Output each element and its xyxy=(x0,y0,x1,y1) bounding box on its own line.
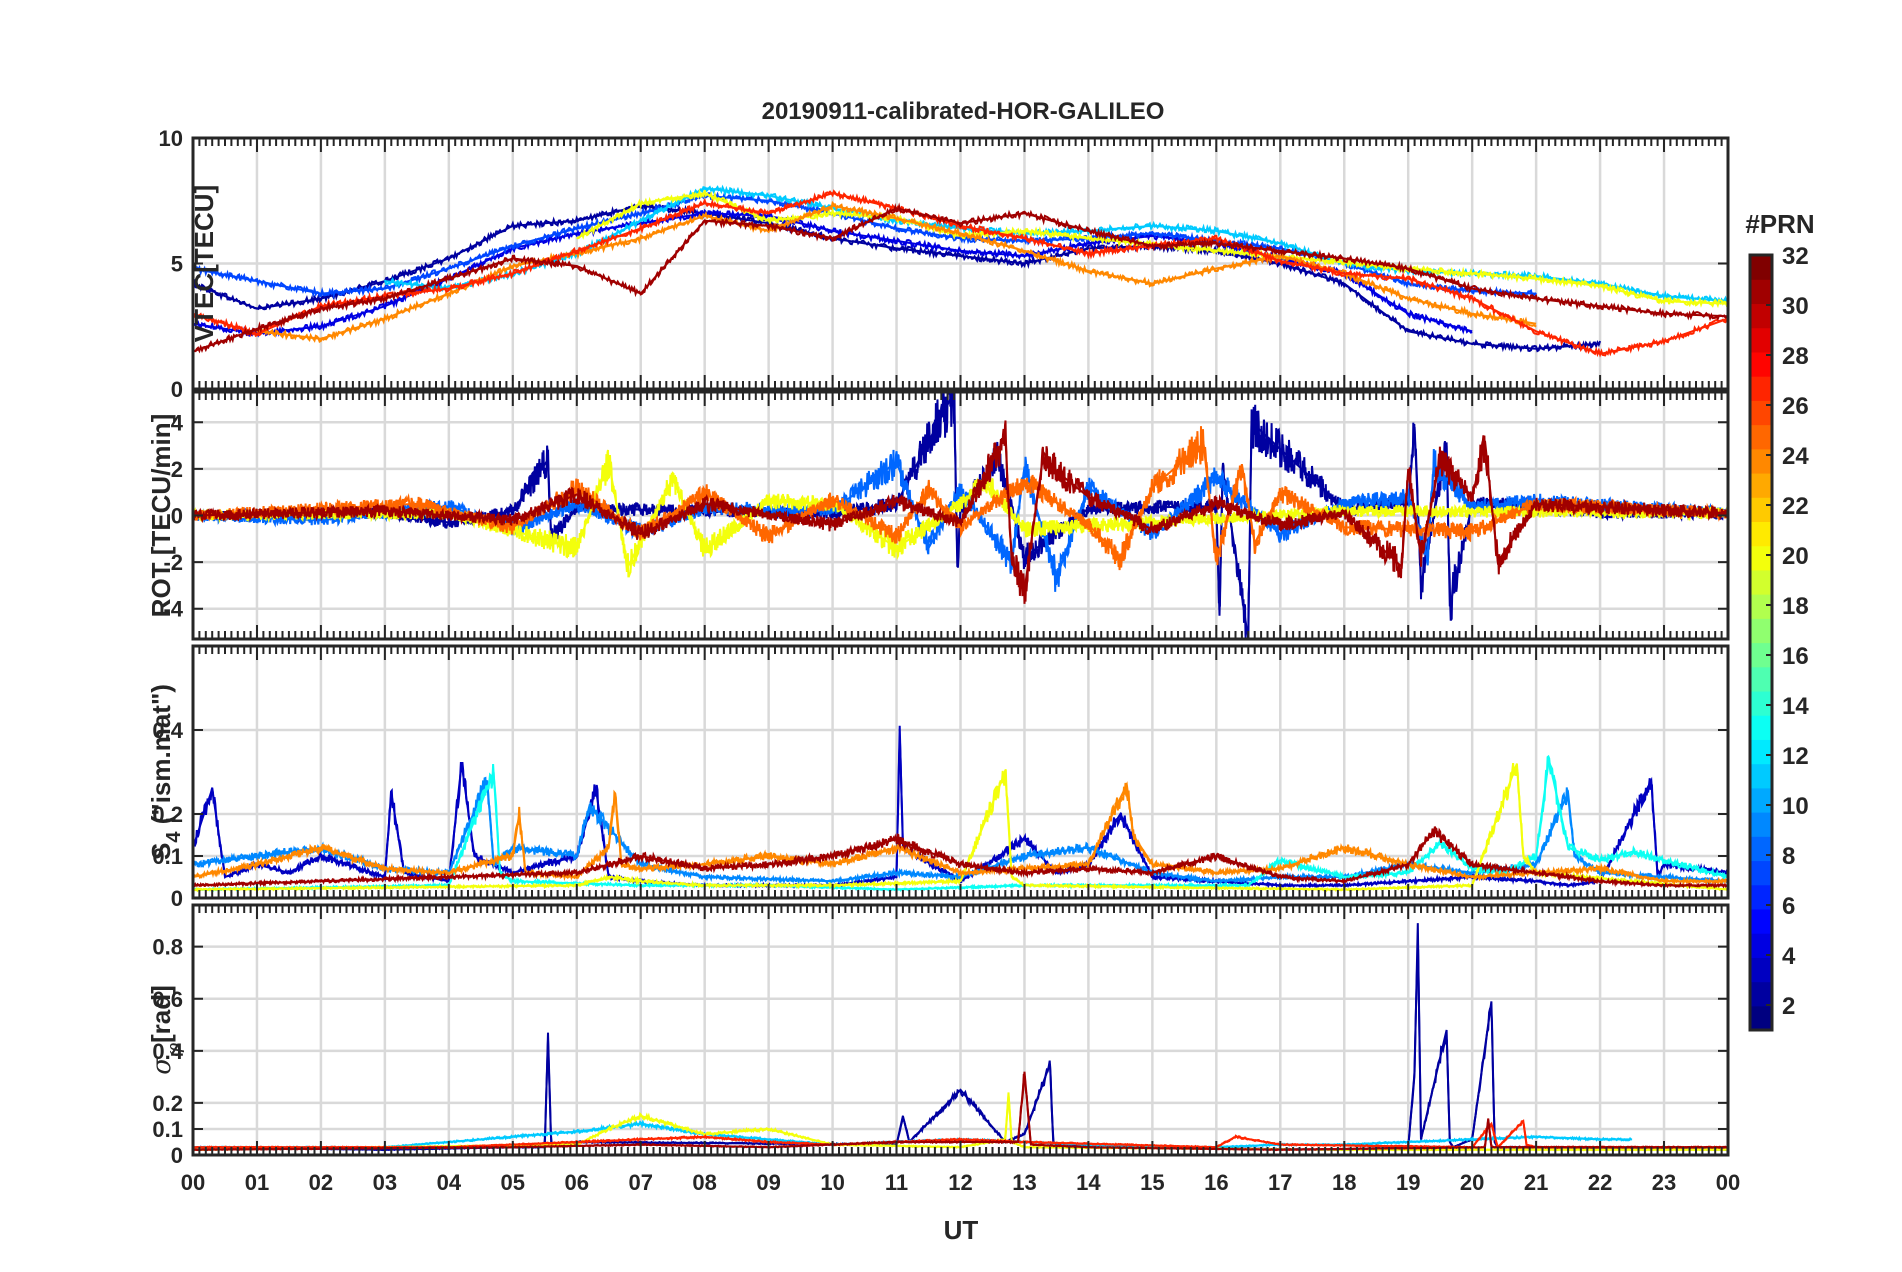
colorbar-swatch xyxy=(1750,1005,1772,1031)
colorbar-swatch xyxy=(1750,812,1772,837)
colorbar-tick-label: 30 xyxy=(1782,293,1809,320)
x-tick-label: 22 xyxy=(1588,1170,1612,1195)
colorbar-swatch xyxy=(1750,763,1772,789)
colorbar-swatch xyxy=(1750,327,1772,353)
colorbar-swatch xyxy=(1750,981,1772,1007)
x-tick-label: 05 xyxy=(501,1170,525,1195)
colorbar-tick-label: 4 xyxy=(1782,943,1796,970)
colorbar-swatch xyxy=(1750,448,1772,474)
y-tick-label: 0.1 xyxy=(152,1117,183,1142)
x-tick-label: 04 xyxy=(437,1170,462,1195)
series-prn-11 xyxy=(193,1119,1632,1150)
colorbar-swatch xyxy=(1750,860,1772,886)
colorbar-swatch xyxy=(1750,569,1772,595)
colorbar-tick-label: 18 xyxy=(1782,593,1809,620)
colorbar-tick-label: 28 xyxy=(1782,343,1809,370)
x-tick-label: 13 xyxy=(1012,1170,1036,1195)
colorbar-tick-label: 16 xyxy=(1782,643,1809,670)
x-tick-label: 14 xyxy=(1076,1170,1101,1195)
series-prn-11-peaks xyxy=(384,187,1728,303)
colorbar-tick-label: 22 xyxy=(1782,493,1809,520)
series-prn-11-peaks xyxy=(193,1122,1633,1149)
x-tick-label: 12 xyxy=(948,1170,972,1195)
x-tick-label: 21 xyxy=(1524,1170,1548,1195)
panel-rot: -4-2024ROT [TECU/min] xyxy=(146,390,1730,641)
colorbar-label: #PRN xyxy=(1745,209,1814,239)
colorbar-swatch xyxy=(1750,836,1772,862)
colorbar-swatch xyxy=(1750,255,1772,280)
x-axis-label: UT xyxy=(944,1215,979,1245)
figure: 20190911-calibrated-HOR-GALILEO 0510VTEC… xyxy=(146,98,1815,1245)
colorbar-swatch xyxy=(1750,666,1772,692)
colorbar-tick-label: 2 xyxy=(1782,993,1795,1020)
colorbar-tick-label: 26 xyxy=(1782,393,1809,420)
colorbar-swatch xyxy=(1750,908,1772,934)
colorbar-tick-label: 20 xyxy=(1782,543,1809,570)
colorbar-tick-label: 10 xyxy=(1782,793,1809,820)
x-tick-label: 00 xyxy=(181,1170,205,1195)
x-tick-label: 19 xyxy=(1396,1170,1420,1195)
x-tick-label: 02 xyxy=(309,1170,333,1195)
colorbar-swatch xyxy=(1750,957,1772,983)
colorbar-swatch xyxy=(1750,472,1772,498)
x-tick-label: 09 xyxy=(756,1170,780,1195)
colorbar-swatch xyxy=(1750,376,1772,401)
colorbar-tick-label: 12 xyxy=(1782,743,1809,770)
panel-sigma_phi: 00.10.20.40.60.8σφ[rad] xyxy=(146,903,1730,1168)
x-tick-label: 17 xyxy=(1268,1170,1292,1195)
x-tick-label: 03 xyxy=(373,1170,397,1195)
colorbar-swatch xyxy=(1750,739,1772,765)
y-tick-label: 0 xyxy=(171,1143,183,1168)
x-tick-label: 11 xyxy=(885,1170,908,1195)
x-tick-label: 15 xyxy=(1140,1170,1164,1195)
colorbar-swatch xyxy=(1750,545,1772,571)
x-tick-label: 08 xyxy=(692,1170,716,1195)
x-tick-label: 07 xyxy=(628,1170,652,1195)
y-axis-label: S4 ("ism.mat") xyxy=(146,684,185,860)
y-tick-label: 0 xyxy=(171,886,183,911)
x-tick-label: 23 xyxy=(1652,1170,1676,1195)
colorbar-tick-label: 8 xyxy=(1782,843,1795,870)
panel-s4: 00.10.20.4S4 ("ism.mat") xyxy=(146,644,1730,911)
chart-title: 20190911-calibrated-HOR-GALILEO xyxy=(762,98,1165,125)
x-tick-label: 01 xyxy=(245,1170,269,1195)
panel-vtec: 0 5 10 VTEC[TECU] xyxy=(159,126,1730,402)
colorbar-swatch xyxy=(1750,424,1772,450)
colorbar-swatch xyxy=(1750,521,1772,547)
y-axis-label: VTEC[TECU] xyxy=(189,185,219,342)
colorbar-swatch xyxy=(1750,715,1772,740)
x-tick-label: 16 xyxy=(1204,1170,1228,1195)
x-tick-label: 00 xyxy=(1716,1170,1740,1195)
y-tick-label: 10 xyxy=(159,126,183,151)
colorbar-swatch xyxy=(1750,279,1772,305)
y-tick-label: 0 xyxy=(171,377,183,402)
x-tick-label: 20 xyxy=(1460,1170,1484,1195)
colorbar-tick-label: 14 xyxy=(1782,693,1809,720)
y-axis-label: ROT [TECU/min] xyxy=(146,414,176,618)
colorbar-tick-label: 6 xyxy=(1782,893,1795,920)
colorbar-swatch xyxy=(1750,497,1772,523)
y-tick-label: 5 xyxy=(171,252,183,277)
colorbar-swatch xyxy=(1750,618,1772,644)
x-tick-label: 18 xyxy=(1332,1170,1356,1195)
x-tick-label: 06 xyxy=(565,1170,589,1195)
y-tick-label: 0.8 xyxy=(152,935,183,960)
colorbar-swatch xyxy=(1750,690,1772,716)
colorbar-swatch xyxy=(1750,303,1772,329)
x-tick-label: 10 xyxy=(820,1170,844,1195)
colorbar-swatch xyxy=(1750,787,1772,813)
colorbar-tick-label: 32 xyxy=(1782,243,1809,270)
colorbar-swatch xyxy=(1750,594,1772,619)
colorbar-tick-label: 24 xyxy=(1782,443,1809,470)
y-tick-label: 0.2 xyxy=(152,1091,183,1116)
